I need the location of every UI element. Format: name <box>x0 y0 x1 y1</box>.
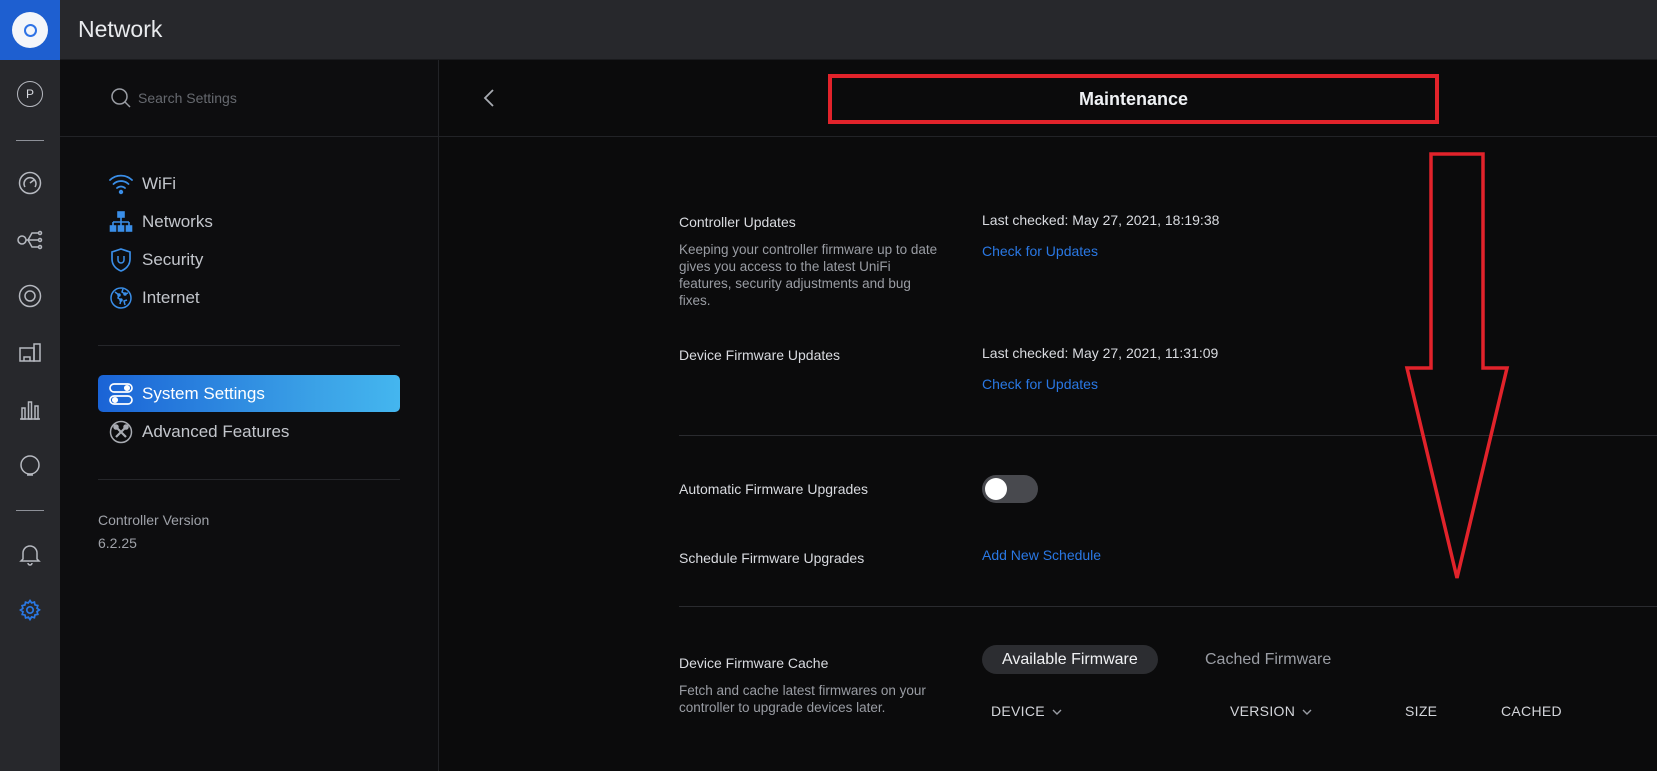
add-new-schedule-link[interactable]: Add New Schedule <box>982 547 1101 563</box>
devices-icon <box>18 284 42 308</box>
sidebar-item-label: System Settings <box>142 383 265 403</box>
dashboard-icon <box>18 171 42 195</box>
rail-divider-2 <box>16 510 44 511</box>
insights-icon <box>20 455 40 476</box>
column-header-version[interactable]: VERSION <box>1230 703 1312 719</box>
device-firmware-last-checked: Last checked: May 27, 2021, 11:31:09 <box>982 345 1219 361</box>
left-rail: P <box>0 60 60 771</box>
chevron-down-icon <box>1302 709 1312 715</box>
automatic-upgrades-toggle[interactable] <box>982 475 1038 503</box>
sidebar-item-wifi[interactable]: WiFi <box>98 165 400 202</box>
device-firmware-check-updates-link[interactable]: Check for Updates <box>982 376 1098 392</box>
globe-icon <box>98 286 138 310</box>
schedule-upgrades-label: Schedule Firmware Upgrades <box>679 550 865 566</box>
unifi-logo[interactable] <box>0 0 60 60</box>
sidebar-item-system-settings[interactable]: System Settings <box>98 375 400 412</box>
networks-icon <box>98 210 138 234</box>
column-header-size[interactable]: SIZE <box>1405 703 1437 719</box>
section-divider-2 <box>679 606 1657 607</box>
topology-button[interactable] <box>10 220 50 260</box>
sidebar-item-internet[interactable]: Internet <box>98 279 400 316</box>
dashboard-button[interactable] <box>10 163 50 203</box>
sidebar-item-label: Networks <box>142 211 213 231</box>
controller-updates-description: Keeping your controller firmware up to d… <box>679 242 938 308</box>
automatic-upgrades-label: Automatic Firmware Upgrades <box>679 481 869 497</box>
top-bar: Network <box>0 0 1657 60</box>
sidebar-item-advanced-features[interactable]: Advanced Features <box>98 413 400 450</box>
firmware-cache-label: Device Firmware Cache <box>679 655 829 671</box>
search-input[interactable] <box>138 87 388 109</box>
search-row <box>60 60 438 137</box>
firmware-cache-description: Fetch and cache latest firmwares on your… <box>679 683 926 715</box>
sidebar-divider-2 <box>98 479 400 480</box>
sidebar-item-label: Internet <box>142 287 200 307</box>
controller-version-value: 6.2.25 <box>98 535 137 551</box>
settings-button[interactable] <box>10 590 50 630</box>
controller-updates-label: Controller Updates <box>679 214 796 230</box>
settings-sidebar: WiFi Networks Security Internet System S… <box>60 60 439 771</box>
settings-icon <box>18 598 41 622</box>
page-title: Maintenance <box>828 74 1439 124</box>
shield-icon <box>98 247 138 273</box>
sidebar-item-label: WiFi <box>142 173 176 193</box>
controller-version-label: Controller Version <box>98 512 210 528</box>
clients-icon <box>19 343 41 362</box>
tab-cached-firmware[interactable]: Cached Firmware <box>1185 645 1351 674</box>
sidebar-divider <box>98 345 400 346</box>
sidebar-item-label: Security <box>142 249 204 269</box>
statistics-icon <box>20 401 40 420</box>
app-title: Network <box>78 16 163 42</box>
tab-available-firmware[interactable]: Available Firmware <box>982 645 1158 674</box>
notifications-button[interactable] <box>10 534 50 574</box>
topology-icon <box>17 230 43 250</box>
device-firmware-updates-label: Device Firmware Updates <box>679 347 841 363</box>
chevron-left-icon <box>483 89 494 107</box>
search-icon <box>111 88 131 108</box>
devices-button[interactable] <box>10 276 50 316</box>
clients-button[interactable] <box>10 333 50 373</box>
column-header-device[interactable]: DEVICE <box>991 703 1062 719</box>
column-header-label: VERSION <box>1230 703 1296 719</box>
statistics-button[interactable] <box>10 389 50 429</box>
logo-circle-icon <box>12 12 48 48</box>
rail-divider <box>16 140 44 141</box>
annotation-arrow <box>1404 152 1510 579</box>
sidebar-item-networks[interactable]: Networks <box>98 203 400 240</box>
insights-button[interactable] <box>10 446 50 486</box>
profile-button[interactable]: P <box>10 74 50 114</box>
sidebar-item-security[interactable]: Security <box>98 241 400 278</box>
profile-avatar: P <box>17 81 43 107</box>
toggle-knob <box>985 478 1007 500</box>
controller-last-checked: Last checked: May 27, 2021, 18:19:38 <box>982 212 1220 228</box>
back-button[interactable] <box>477 86 501 110</box>
main-header: Maintenance <box>439 60 1657 137</box>
column-header-label: DEVICE <box>991 703 1045 719</box>
sidebar-item-label: Advanced Features <box>142 421 290 441</box>
toggles-icon <box>98 382 138 406</box>
controller-check-updates-link[interactable]: Check for Updates <box>982 243 1098 259</box>
chevron-down-icon <box>1052 709 1062 715</box>
tools-icon <box>98 420 138 444</box>
wifi-icon <box>98 173 138 195</box>
column-header-cached[interactable]: CACHED <box>1501 703 1562 719</box>
notifications-icon <box>19 545 41 566</box>
